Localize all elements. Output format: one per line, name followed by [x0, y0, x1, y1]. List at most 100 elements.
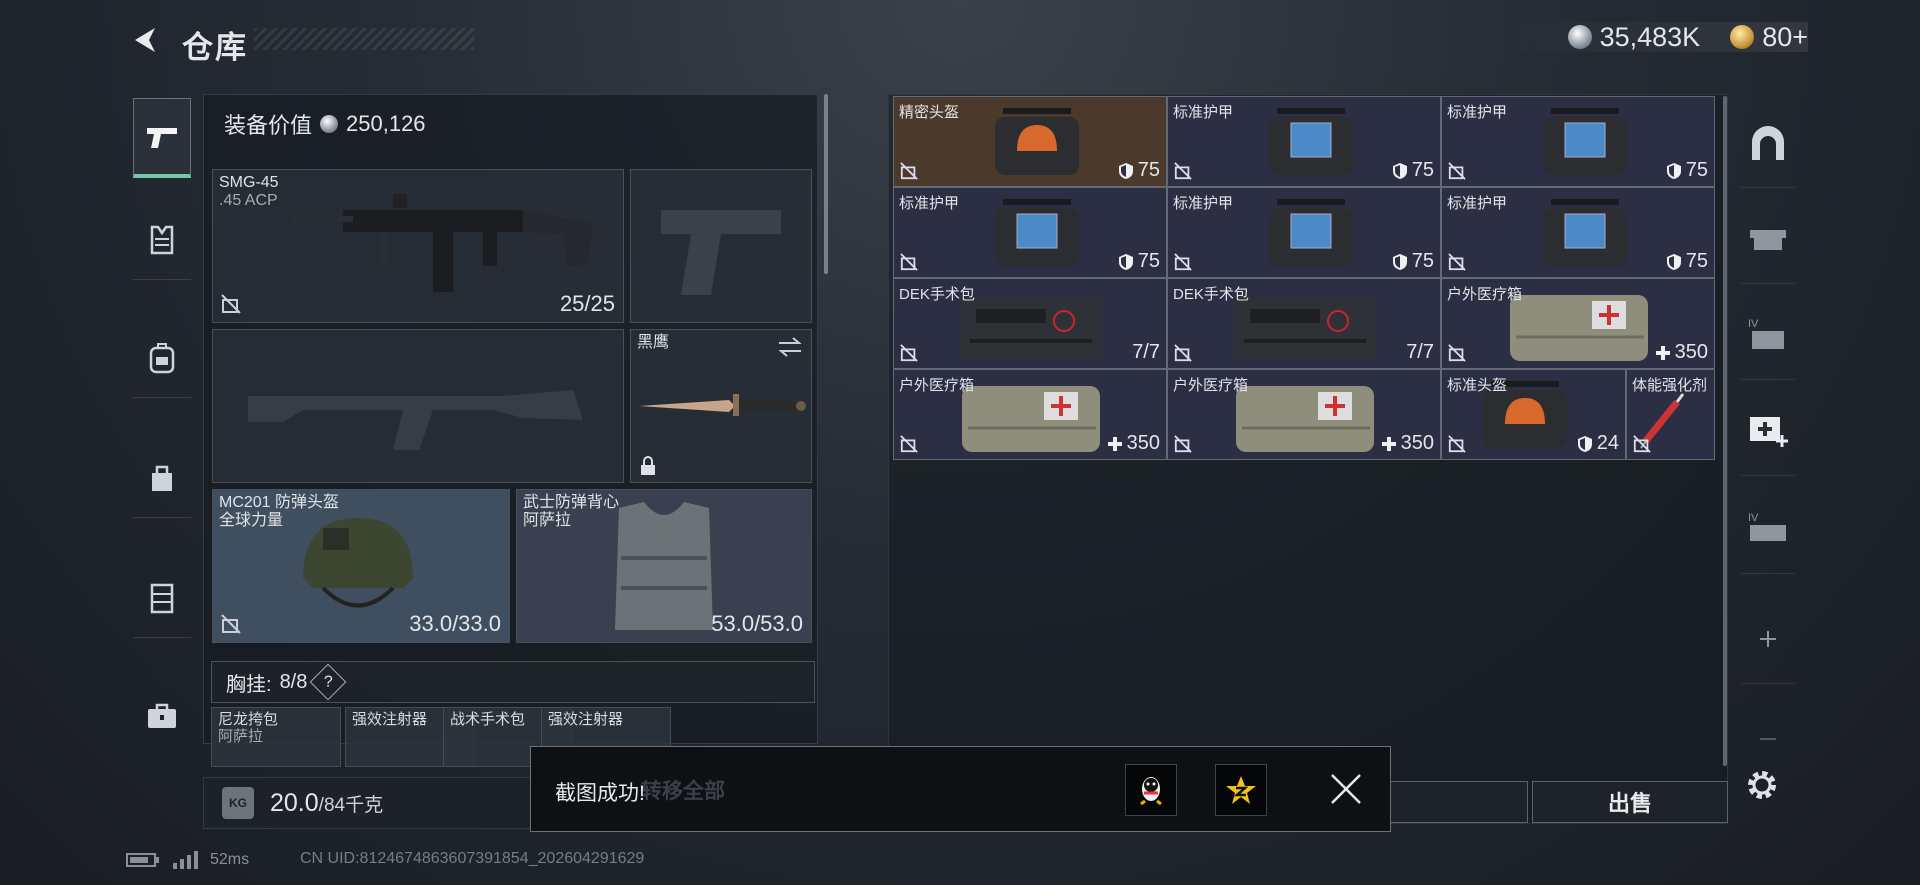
item-value: 75 — [1666, 250, 1708, 273]
item-name: DEK手术包 — [1173, 286, 1249, 303]
plus-icon — [1381, 436, 1396, 451]
page-title: 仓库 — [182, 30, 248, 65]
vest-slot[interactable]: 武士防弹背心 阿萨拉 53.0/53.0 — [516, 489, 812, 643]
back-arrow-icon[interactable] — [128, 22, 164, 58]
plus-icon — [1655, 345, 1670, 360]
shield-icon — [1666, 162, 1681, 179]
equipment-panel: 装备价值 250,126 SMG-45 .45 ACP 25/25 黑鹰 MC2… — [203, 94, 818, 744]
vest-name: 武士防弹背心 — [523, 494, 620, 511]
transfer-all-button[interactable]: 转移全部 — [641, 775, 725, 805]
armor-icon — [150, 225, 174, 254]
storage-item[interactable]: 标准护甲 75 — [1441, 187, 1715, 278]
item-value: 75 — [1666, 159, 1708, 182]
tab-weapons[interactable] — [133, 98, 191, 178]
shield-icon — [1392, 253, 1407, 270]
swap-arrows-icon[interactable] — [777, 336, 803, 358]
tab-backpack[interactable] — [133, 318, 191, 398]
helmet-slot[interactable]: MC201 防弹头盔 全球力量 33.0/33.0 — [212, 489, 510, 643]
item-value: 7/7 — [1406, 341, 1434, 363]
tab-bag[interactable] — [133, 438, 191, 518]
secondary-weapon-slot-empty[interactable] — [212, 329, 624, 483]
equipment-scrollbar[interactable] — [824, 94, 828, 274]
item-name: 户外医疗箱 — [1447, 286, 1523, 303]
help-icon[interactable]: ? — [309, 663, 347, 701]
tab-storage-medical[interactable] — [1741, 386, 1795, 476]
item-value: 24 — [1577, 432, 1619, 455]
melee-name: 黑鹰 — [637, 334, 670, 351]
tab-armor[interactable] — [133, 200, 191, 280]
value-coin-icon — [320, 115, 339, 133]
storage-item[interactable]: 精密头盔 75 — [893, 96, 1167, 187]
close-icon[interactable] — [1328, 771, 1364, 807]
shield-icon — [1666, 253, 1681, 270]
storage-item[interactable]: DEK手术包 7/7 — [893, 278, 1167, 369]
top-bar: 仓库 35,483K 80+ — [0, 0, 1920, 80]
coin-amount[interactable]: 80+ — [1762, 22, 1808, 53]
pistol-slot-empty[interactable] — [630, 169, 812, 323]
no-insure-icon — [1448, 435, 1466, 453]
shield-icon — [1577, 435, 1592, 452]
smg-image — [293, 194, 593, 292]
equipment-value-row: 装备价值 250,126 — [204, 95, 817, 153]
no-insure-icon — [1174, 435, 1192, 453]
storage-item[interactable]: 体能强化剂 — [1626, 369, 1715, 460]
primary-weapon-slot[interactable]: SMG-45 .45 ACP 25/25 — [212, 169, 624, 323]
no-insure-icon — [1633, 435, 1651, 453]
storage-item[interactable]: 标准护甲 75 — [1167, 96, 1441, 187]
chest-item-0[interactable]: 尼龙挎包 阿萨拉 — [211, 707, 341, 767]
storage-item[interactable]: 标准头盔 24 — [1441, 369, 1626, 460]
equipment-value: 250,126 — [346, 111, 426, 136]
melee-slot[interactable]: 黑鹰 — [630, 329, 812, 483]
storage-item[interactable]: 标准护甲 75 — [1167, 187, 1441, 278]
vest-durability: 53.0/53.0 — [711, 611, 803, 636]
shield-icon — [1118, 162, 1133, 179]
no-insure-icon — [1448, 162, 1466, 180]
tab-storage-weapons[interactable] — [1741, 194, 1795, 284]
tab-storage-vest[interactable]: IV — [1741, 484, 1795, 574]
medical-icon — [1750, 416, 1788, 447]
share-qq-button[interactable] — [1125, 764, 1177, 816]
helmet-image — [303, 518, 413, 608]
weight-max: /84千克 — [318, 794, 384, 816]
weight-current: 20.0 — [270, 788, 319, 817]
storage-item[interactable]: 标准护甲 75 — [893, 187, 1167, 278]
settings-gear-icon[interactable] — [1742, 765, 1782, 805]
storage-item[interactable]: 户外医疗箱 350 — [893, 369, 1167, 460]
weapon-rack-icon — [1750, 229, 1786, 250]
storage-item[interactable]: 户外医疗箱 350 — [1167, 369, 1441, 460]
storage-item[interactable]: DEK手术包 7/7 — [1167, 278, 1441, 369]
weight-indicator: KG 20.0/84千克 — [203, 777, 543, 829]
storage-item[interactable]: 户外医疗箱 350 — [1441, 278, 1715, 369]
share-qzone-button[interactable] — [1215, 764, 1267, 816]
no-insure-icon — [1174, 344, 1192, 362]
rig-icon — [150, 583, 174, 613]
item-name: 精密头盔 — [899, 104, 960, 121]
battery-icon — [126, 853, 159, 867]
storage-item[interactable]: 标准护甲 75 — [1441, 96, 1715, 187]
sell-button[interactable]: 出售 — [1532, 781, 1728, 823]
tab-case[interactable] — [133, 676, 191, 756]
vest-iv-icon: IV — [1748, 512, 1786, 541]
item-name: 户外医疗箱 — [899, 377, 975, 394]
tab-add[interactable] — [1741, 594, 1795, 684]
tab-storage-all[interactable] — [1741, 98, 1795, 188]
no-insure-icon — [221, 614, 241, 634]
svg-text:IV: IV — [1748, 512, 1759, 524]
item-name: 标准护甲 — [1173, 104, 1234, 121]
chest-rig-label: 胸挂: — [226, 673, 272, 696]
money-coin-icon — [1567, 25, 1592, 49]
arch-icon — [1752, 125, 1784, 160]
vest-image — [615, 502, 713, 630]
item-value: 350 — [1107, 432, 1160, 455]
no-insure-icon — [900, 253, 918, 271]
tab-storage-armor[interactable]: IV — [1741, 290, 1795, 380]
item-name: 标准护甲 — [1447, 104, 1508, 121]
gold-coin-icon — [1730, 25, 1755, 49]
backpack-icon — [149, 342, 175, 373]
no-insure-icon — [1174, 253, 1192, 271]
storage-scrollbar[interactable] — [1723, 96, 1727, 766]
pistol-icon — [147, 127, 177, 148]
item-value: 350 — [1381, 432, 1434, 455]
item-value: 75 — [1392, 159, 1434, 182]
tab-rig[interactable] — [133, 558, 191, 638]
